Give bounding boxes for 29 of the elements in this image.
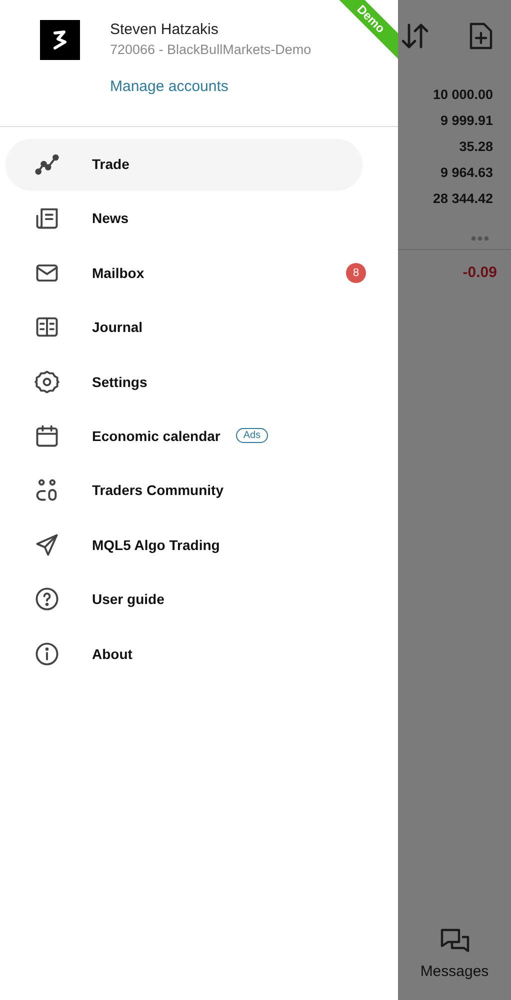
- unread-badge: 8: [346, 262, 366, 283]
- menu-item[interactable]: News: [6, 193, 362, 244]
- ads-tag: Ads: [236, 428, 268, 444]
- profit-value: -0.09: [462, 264, 497, 281]
- manage-accounts-link[interactable]: Manage accounts: [110, 78, 312, 95]
- balance-value: 28 344.42: [432, 190, 493, 208]
- messages-label[interactable]: Messages: [420, 963, 489, 980]
- paper-plane-icon: [34, 532, 60, 558]
- help-icon: [34, 586, 60, 612]
- sort-icon[interactable]: [400, 22, 430, 50]
- menu-item[interactable]: Settings: [6, 356, 362, 407]
- calendar-icon: [34, 422, 60, 449]
- balance-value: 10 000.00: [432, 86, 493, 104]
- menu-item[interactable]: Journal: [6, 302, 362, 352]
- menu-item[interactable]: User guide: [6, 574, 362, 624]
- user-name: Steven Hatzakis: [110, 21, 220, 38]
- menu-item[interactable]: About: [6, 628, 362, 679]
- balance-value: 9 964.63: [440, 164, 493, 182]
- balance-value: 35.28: [459, 138, 493, 156]
- account-number: 720066 - BlackBullMarkets-Demo: [110, 42, 312, 57]
- menu-item[interactable]: MQL5 Algo Trading: [6, 520, 362, 570]
- menu-item[interactable]: Traders Community: [6, 465, 362, 516]
- logo-icon: [40, 20, 80, 60]
- menu-item[interactable]: Trade: [6, 139, 362, 189]
- info-icon: [34, 640, 60, 667]
- balance-value: 9 999.91: [440, 112, 493, 130]
- new-document-icon[interactable]: [469, 22, 493, 50]
- settings-icon: [34, 368, 60, 395]
- menu-item[interactable]: Economic calendar Ads: [6, 410, 362, 461]
